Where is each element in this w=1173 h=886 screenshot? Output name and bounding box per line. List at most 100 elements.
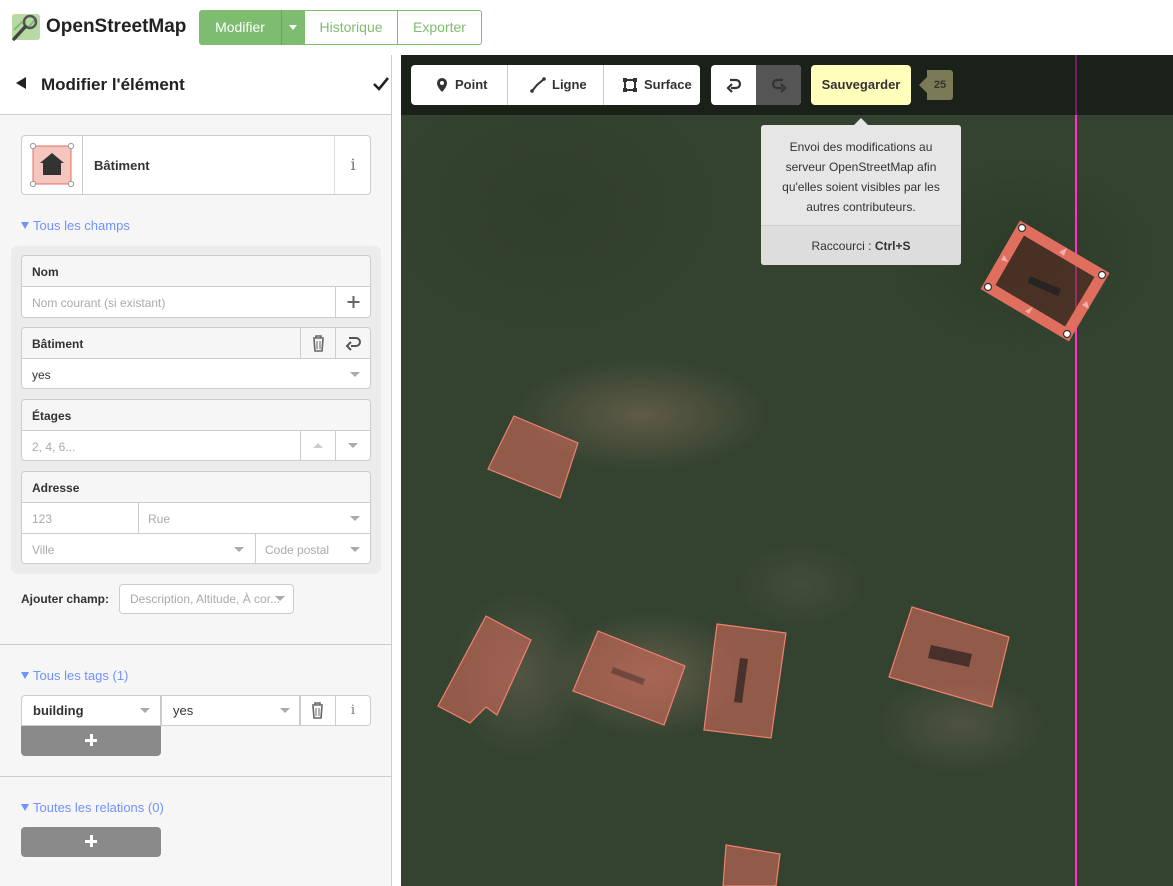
levels-field-label: Étages xyxy=(22,400,370,431)
levels-field: Étages 2, 4, 6... xyxy=(21,399,371,461)
nav-edit-button[interactable]: Modifier xyxy=(199,10,281,45)
city-input[interactable]: Ville xyxy=(32,543,54,557)
selected-building[interactable] xyxy=(980,220,1110,342)
shortcut-key: Ctrl+S xyxy=(874,239,911,253)
line-icon xyxy=(530,77,546,93)
disclosure-triangle-icon xyxy=(21,804,29,811)
nav-export-button[interactable]: Exporter xyxy=(397,10,482,45)
map-canvas[interactable]: Point Ligne Surface Sauvegarder 25 Envoi… xyxy=(401,55,1173,886)
back-arrow-icon[interactable] xyxy=(16,77,26,89)
undo-button[interactable] xyxy=(711,65,756,105)
divider xyxy=(255,534,256,564)
postcode-input[interactable]: Code postal xyxy=(265,543,329,557)
postcode-caret-icon[interactable] xyxy=(350,547,360,552)
disclosure-triangle-icon xyxy=(21,672,29,679)
tooltip-shortcut: Raccourci : Ctrl+S xyxy=(761,225,961,265)
save-tooltip: Envoi des modifications au serveur OpenS… xyxy=(761,118,961,265)
building-area[interactable] xyxy=(487,415,579,499)
name-input[interactable]: Nom courant (si existant) xyxy=(32,296,165,310)
preset-selector[interactable]: Bâtiment i xyxy=(21,135,371,195)
delete-field-button[interactable] xyxy=(300,328,335,359)
plus-icon xyxy=(85,734,97,746)
divider xyxy=(138,503,139,534)
add-area-button[interactable]: Surface xyxy=(604,65,700,105)
add-area-label: Surface xyxy=(644,77,692,92)
building-area[interactable] xyxy=(722,844,781,886)
disclosure-triangle-icon xyxy=(21,222,29,229)
street-caret-icon[interactable] xyxy=(350,516,360,521)
undo-icon xyxy=(726,78,742,93)
delete-tag-button[interactable] xyxy=(300,695,336,726)
tag-key-caret-icon[interactable] xyxy=(140,708,150,713)
edit-count-badge: 25 xyxy=(919,70,953,100)
section-divider xyxy=(0,644,391,645)
add-localized-name-button[interactable] xyxy=(335,287,370,317)
combo-caret-icon[interactable] xyxy=(350,372,360,377)
plus-icon xyxy=(347,296,360,308)
tag-value-caret-icon[interactable] xyxy=(280,708,290,713)
building-field: Bâtiment yes xyxy=(21,327,371,389)
add-line-label: Ligne xyxy=(552,77,587,92)
osm-logo[interactable] xyxy=(10,12,42,42)
tag-info-icon[interactable]: i xyxy=(335,695,371,726)
all-fields-toggle[interactable]: Tous les champs xyxy=(21,218,130,233)
all-tags-label: Tous les tags (1) xyxy=(33,668,129,683)
app-name[interactable]: OpenStreetMap xyxy=(46,16,186,38)
all-fields-label: Tous les champs xyxy=(33,218,130,233)
caret-up-icon xyxy=(313,443,323,448)
editor-sidebar: Modifier l'élément Bâtiment i Tous les c… xyxy=(0,55,392,886)
undo-icon xyxy=(345,337,361,351)
address-field-label: Adresse xyxy=(22,472,370,503)
sidebar-header: Modifier l'élément xyxy=(0,55,391,115)
nav-history-button[interactable]: Historique xyxy=(304,10,398,45)
shortcut-label: Raccourci : xyxy=(811,239,872,253)
address-field: Adresse 123 Rue Ville Code postal xyxy=(21,471,371,564)
plus-icon xyxy=(85,835,97,847)
fields-panel: Nom Nom courant (si existant) Bâtiment y… xyxy=(11,246,381,574)
tag-row: building yes i xyxy=(21,695,371,726)
draw-mode-group: Point Ligne Surface xyxy=(411,65,700,105)
housenumber-input[interactable]: 123 xyxy=(32,512,52,526)
edit-dropdown-caret-icon[interactable] xyxy=(281,10,304,45)
add-field-input[interactable]: Description, Altitude, À cor... xyxy=(119,584,294,614)
preset-name: Bâtiment xyxy=(94,158,150,173)
building-icon xyxy=(29,142,75,188)
levels-input[interactable]: 2, 4, 6... xyxy=(32,440,75,454)
all-tags-toggle[interactable]: Tous les tags (1) xyxy=(21,668,128,683)
section-divider xyxy=(0,776,391,777)
building-area[interactable] xyxy=(437,615,532,724)
all-relations-toggle[interactable]: Toutes les relations (0) xyxy=(21,800,164,815)
city-caret-icon[interactable] xyxy=(234,547,244,552)
add-line-button[interactable]: Ligne xyxy=(508,65,603,105)
redo-button[interactable] xyxy=(756,65,801,105)
checkmark-icon[interactable] xyxy=(372,75,390,93)
undo-field-button[interactable] xyxy=(335,328,370,359)
add-field-label: Ajouter champ: xyxy=(21,592,110,606)
increment-button[interactable] xyxy=(300,431,335,461)
top-navigation-bar: OpenStreetMap Modifier Historique Export… xyxy=(0,0,1173,55)
redo-icon xyxy=(771,78,787,93)
add-tag-button[interactable] xyxy=(21,726,161,756)
area-icon xyxy=(623,78,637,92)
sidebar-title: Modifier l'élément xyxy=(41,75,185,94)
divider xyxy=(22,533,370,534)
add-point-button[interactable]: Point xyxy=(411,65,507,105)
name-field-label: Nom xyxy=(22,256,370,287)
all-relations-label: Toutes les relations (0) xyxy=(33,800,164,815)
trash-icon xyxy=(313,335,324,352)
preset-icon-box xyxy=(22,136,83,194)
point-marker-icon xyxy=(437,78,447,92)
caret-down-icon xyxy=(348,443,358,448)
building-value-input[interactable]: yes xyxy=(32,368,51,382)
add-field-caret-icon[interactable] xyxy=(275,596,285,601)
tooltip-text: Envoi des modifications au serveur OpenS… xyxy=(782,140,940,214)
save-button[interactable]: Sauvegarder xyxy=(811,65,911,105)
decrement-button[interactable] xyxy=(335,431,370,461)
preset-info-icon[interactable]: i xyxy=(334,136,371,194)
street-input[interactable]: Rue xyxy=(148,512,170,526)
trash-icon xyxy=(312,702,323,719)
name-field: Nom Nom courant (si existant) xyxy=(21,255,371,318)
add-point-label: Point xyxy=(455,77,488,92)
undo-redo-group xyxy=(711,65,801,105)
add-relation-button[interactable] xyxy=(21,827,161,857)
